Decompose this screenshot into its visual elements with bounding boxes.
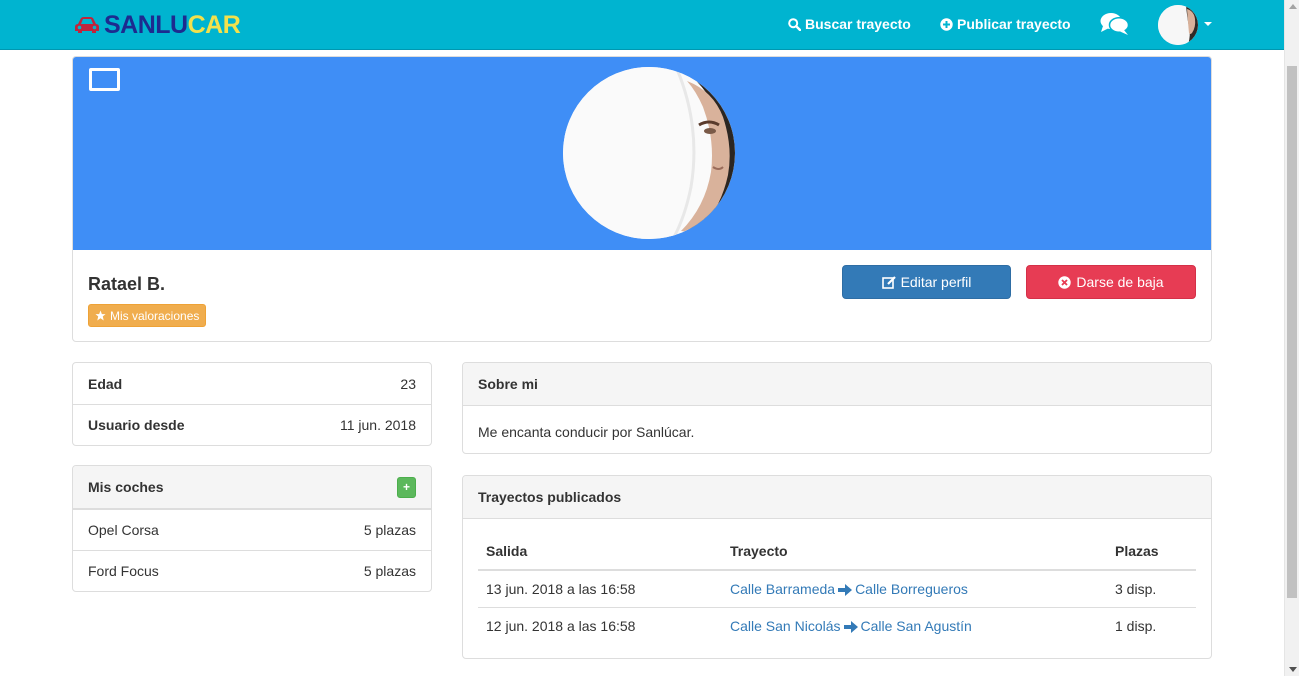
add-car-label: +: [402, 480, 410, 494]
arrow-right-icon: [838, 584, 853, 597]
messages-button[interactable]: [1100, 12, 1130, 39]
published-trips-panel: Trayectos publicados Salida Trayecto Pla…: [462, 475, 1212, 659]
info-value: 11 jun. 2018: [339, 417, 416, 433]
trip-origin-link[interactable]: Calle San Nicolás: [730, 618, 841, 634]
trip-seats: 1 disp.: [1107, 606, 1196, 644]
column-header-route: Trayecto: [722, 532, 1107, 571]
trip-origin-link[interactable]: Calle Barrameda: [730, 581, 835, 597]
ratings-label: Mis valoraciones: [110, 308, 200, 323]
published-trips-heading: Trayectos publicados: [463, 476, 1211, 519]
my-cars-panel: Mis coches + Opel Corsa 5 plazas Ford Fo…: [72, 465, 432, 592]
list-item: Ford Focus 5 plazas: [73, 550, 431, 591]
page-scrollbar[interactable]: [1284, 0, 1299, 676]
plus-circle-icon: [940, 17, 953, 31]
user-name: Ratael B.: [88, 274, 166, 294]
trip-route[interactable]: Calle Barrameda Calle Borregueros: [722, 570, 1107, 607]
user-avatar-menu[interactable]: [1158, 5, 1198, 45]
car-name: Opel Corsa: [88, 522, 159, 538]
about-me-panel: Sobre mi Me encanta conducir por Sanlúca…: [462, 362, 1212, 454]
top-navbar: SANLUCAR Buscar trayecto Publicar trayec…: [0, 0, 1284, 50]
brand-name: SANLUCAR: [104, 10, 241, 39]
arrow-right-icon: [843, 621, 858, 634]
info-label: Usuario desde: [88, 417, 185, 433]
trip-destination-link[interactable]: Calle San Agustín: [861, 618, 972, 634]
star-icon: [95, 310, 106, 321]
column-header-departure: Salida: [478, 532, 722, 571]
profile-cover: [73, 57, 1211, 250]
info-row-age: Edad 23: [73, 363, 431, 404]
table-row: 12 jun. 2018 a las 16:58 Calle San Nicol…: [478, 606, 1196, 644]
info-row-member-since: Usuario desde 11 jun. 2018: [73, 404, 431, 445]
add-car-button[interactable]: +: [397, 476, 416, 498]
edit-icon: [881, 275, 896, 289]
user-info-list: Edad 23 Usuario desde 11 jun. 2018: [72, 362, 432, 446]
published-trips-title: Trayectos publicados: [478, 489, 622, 505]
about-me-text: Me encanta conducir por Sanlúcar.: [478, 424, 695, 440]
scroll-up-arrow[interactable]: [1289, 4, 1297, 9]
change-cover-button[interactable]: [89, 68, 120, 91]
comments-icon: [1100, 13, 1130, 35]
avatar: [1158, 5, 1198, 45]
search-trip-link[interactable]: Buscar trayecto: [788, 16, 911, 32]
trip-destination-link[interactable]: Calle Borregueros: [855, 581, 968, 597]
search-icon: [788, 17, 801, 31]
search-trip-label: Buscar trayecto: [805, 16, 911, 32]
my-cars-heading: Mis coches +: [73, 466, 431, 509]
table-header-row: Salida Trayecto Plazas: [478, 532, 1196, 571]
trip-departure: 12 jun. 2018 a las 16:58: [478, 606, 722, 644]
publish-trip-label: Publicar trayecto: [957, 16, 1071, 32]
close-circle-icon: [1058, 275, 1072, 289]
my-cars-title: Mis coches: [88, 479, 164, 495]
delete-account-label: Darse de baja: [1076, 274, 1164, 290]
car-seats: 5 plazas: [363, 522, 416, 538]
profile-photo: [563, 67, 735, 239]
info-value: 23: [400, 375, 416, 392]
car-icon: [75, 17, 99, 33]
about-me-title: Sobre mi: [478, 376, 538, 392]
scroll-down-arrow[interactable]: [1289, 667, 1297, 672]
table-row: 13 jun. 2018 a las 16:58 Calle Barrameda…: [478, 570, 1196, 607]
list-item: Opel Corsa 5 plazas: [73, 509, 431, 550]
chevron-down-icon[interactable]: [1204, 22, 1212, 26]
profile-avatar: [563, 67, 735, 239]
column-header-seats: Plazas: [1107, 532, 1196, 571]
publish-trip-link[interactable]: Publicar trayecto: [940, 16, 1071, 32]
ratings-button[interactable]: Mis valoraciones: [88, 304, 207, 327]
info-label: Edad: [88, 375, 123, 392]
trip-seats: 3 disp.: [1115, 580, 1157, 597]
brand-logo[interactable]: SANLUCAR: [74, 10, 241, 40]
edit-profile-label: Editar perfil: [900, 274, 972, 290]
trip-route[interactable]: Calle San Nicolás Calle San Agustín: [722, 606, 1107, 644]
scroll-thumb[interactable]: [1287, 66, 1297, 598]
edit-profile-button[interactable]: Editar perfil: [842, 265, 1011, 299]
trip-departure: 13 jun. 2018 a las 16:58: [486, 580, 636, 597]
about-me-heading: Sobre mi: [463, 363, 1211, 406]
delete-account-button[interactable]: Darse de baja: [1026, 265, 1196, 299]
car-name: Ford Focus: [88, 563, 159, 579]
profile-card: Ratael B. Mis valoraciones Editar perfil…: [72, 56, 1212, 342]
car-seats: 5 plazas: [363, 563, 416, 579]
trips-table: Salida Trayecto Plazas 13 jun. 2018 a la…: [478, 532, 1196, 644]
